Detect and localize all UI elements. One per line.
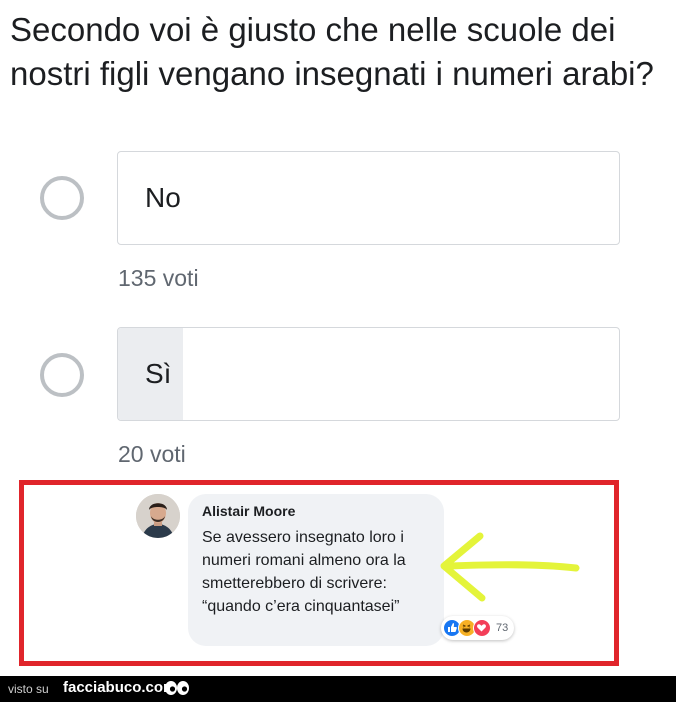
poll-option-no[interactable]: No [117, 151, 620, 245]
footer-brand[interactable]: facciabuco.com [63, 679, 176, 696]
reaction-count: 73 [496, 622, 509, 634]
comment-author[interactable]: Alistair Moore [202, 503, 295, 519]
arrow-annotation-icon [440, 532, 580, 602]
option-si-votes[interactable]: 20 voti [118, 441, 186, 468]
option-no-label: No [145, 182, 181, 213]
eyes-logo-icon [165, 681, 189, 695]
footer-prefix: visto su [8, 682, 49, 696]
comment-text: Se avessero insegnato loro i numeri roma… [202, 529, 406, 615]
option-si-label: Sì [145, 358, 172, 389]
poll-question: Secondo voi è giusto che nelle scuole de… [10, 11, 654, 92]
love-icon [473, 619, 491, 637]
option-no-votes[interactable]: 135 voti [118, 265, 199, 292]
comment-bubble: Alistair Moore Se avessero insegnato lor… [188, 494, 444, 646]
avatar-portrait-icon [136, 494, 180, 538]
option-si-radio[interactable] [40, 353, 84, 397]
poll-option-si[interactable]: Sì [117, 327, 620, 421]
option-no-radio[interactable] [40, 176, 84, 220]
avatar[interactable] [136, 494, 180, 538]
footer-bar: visto su facciabuco.com [0, 676, 676, 702]
reaction-summary[interactable]: 73 [441, 616, 515, 640]
